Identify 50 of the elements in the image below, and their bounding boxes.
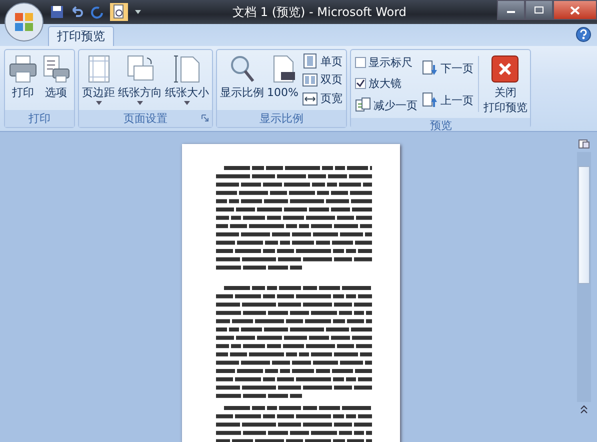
group-label: 打印 [28, 111, 50, 126]
checkbox[interactable] [355, 57, 366, 68]
ribbon-button[interactable]: 打印 [7, 52, 39, 108]
ribbon-button[interactable]: 显示比例 [219, 52, 265, 108]
ribbon-dropdown[interactable]: 纸张方向 [117, 52, 163, 108]
previous-page-icon [422, 92, 438, 108]
printer-page-icon [41, 54, 71, 84]
checkbox[interactable] [355, 78, 366, 90]
previous-page-icon[interactable] [579, 404, 589, 414]
page-size-icon [172, 54, 202, 84]
print-preview-icon[interactable] [110, 3, 128, 21]
save-icon[interactable] [50, 5, 64, 19]
caret-icon [96, 101, 102, 106]
ribbon-small-button[interactable]: 页宽 [301, 90, 344, 108]
two-pages-icon [302, 72, 318, 88]
group-label: 页面设置 [124, 111, 168, 126]
caret-icon [184, 101, 190, 106]
view-ruler-icon[interactable] [578, 138, 590, 150]
ribbon-dropdown[interactable]: 纸张大小 [164, 52, 210, 108]
group-label: 显示比例 [260, 111, 304, 126]
ribbon-small-button[interactable]: 上一页 [421, 91, 474, 110]
printer-icon [8, 54, 38, 84]
scroll-thumb[interactable] [578, 166, 590, 284]
close-icon [490, 54, 520, 84]
group-label: 预览 [430, 118, 452, 131]
ribbon-checkbox[interactable]: 放大镜 [354, 75, 418, 92]
next-page-icon [422, 60, 438, 76]
ribbon-button[interactable]: 100% [266, 52, 300, 108]
ribbon-small-button[interactable]: 下一页 [421, 59, 474, 78]
caret-icon [137, 101, 143, 106]
ribbon-button[interactable]: 关闭 打印预览 [482, 52, 528, 116]
help-icon[interactable] [576, 27, 591, 42]
dropdown-icon[interactable] [134, 8, 142, 16]
maximize-icon[interactable] [534, 6, 544, 14]
close-icon[interactable] [570, 6, 580, 14]
shrink-page-icon [355, 97, 372, 114]
ribbon-small-button[interactable]: 减少一页 [354, 96, 418, 114]
ribbon-tab[interactable]: 打印预览 [48, 26, 114, 46]
undo-icon[interactable] [70, 5, 84, 19]
ribbon-button[interactable]: 选项 [40, 52, 72, 108]
ribbon-dropdown[interactable]: 页边距 [81, 52, 116, 108]
window-title: 文档 1 (预览) - Microsoft Word [232, 4, 408, 20]
scrollbar[interactable] [577, 152, 591, 402]
page-width-icon [302, 90, 318, 107]
ribbon-small-button[interactable]: 双页 [301, 70, 344, 89]
ribbon-checkbox[interactable]: 显示标尺 [354, 54, 418, 72]
ribbon-small-button[interactable]: 单页 [301, 52, 344, 70]
single-page-icon [302, 53, 318, 70]
redo-icon[interactable] [90, 5, 104, 19]
dialog-launcher-icon[interactable] [201, 114, 209, 122]
